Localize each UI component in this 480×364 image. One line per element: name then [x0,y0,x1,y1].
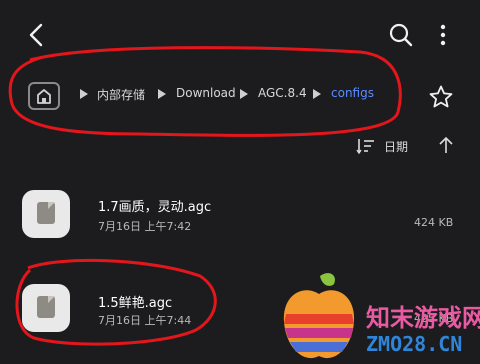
back-chevron-icon [29,23,43,47]
file-date: 7月16日 上午7:42 [98,220,192,233]
file-date: 7月16日 上午7:44 [98,314,192,327]
sort-lines-icon [356,139,374,155]
watermark-url: ZMO28.CN [366,332,463,356]
home-folder-icon [37,89,51,104]
more-options-button[interactable] [428,20,458,50]
breadcrumb-separator-icon [313,89,321,99]
arrow-up-icon [439,136,453,153]
breadcrumb-separator-icon [240,89,248,99]
watermark-logo [283,273,355,359]
sort-label[interactable]: 日期 [384,138,408,155]
file-icon [22,190,70,238]
breadcrumb-configs[interactable]: configs [331,86,374,100]
more-vertical-icon [440,24,446,46]
file-icon [22,284,70,332]
favorite-button[interactable] [428,84,454,110]
breadcrumb-agc[interactable]: AGC.8.4 [258,86,307,100]
search-button[interactable] [386,20,416,50]
breadcrumb-download[interactable]: Download [176,86,236,100]
star-icon [429,85,453,108]
sort-button[interactable] [356,136,376,156]
search-icon [389,23,413,47]
file-name: 1.7画质，灵动.agc [98,200,212,215]
breadcrumb-separator-icon [158,89,166,99]
sort-direction-button[interactable] [436,134,456,156]
home-button[interactable] [28,82,60,110]
file-name: 1.5鲜艳.agc [98,296,173,311]
back-button[interactable] [22,20,52,50]
watermark-text: 知末游戏网 [366,304,480,332]
breadcrumb-internal-storage[interactable]: 内部存储 [97,86,145,103]
file-size: 424 KB [414,216,454,229]
breadcrumb-separator-icon [80,89,88,99]
file-list-item[interactable]: 1.7画质，灵动.agc 7月16日 上午7:42 424 KB [0,182,480,252]
